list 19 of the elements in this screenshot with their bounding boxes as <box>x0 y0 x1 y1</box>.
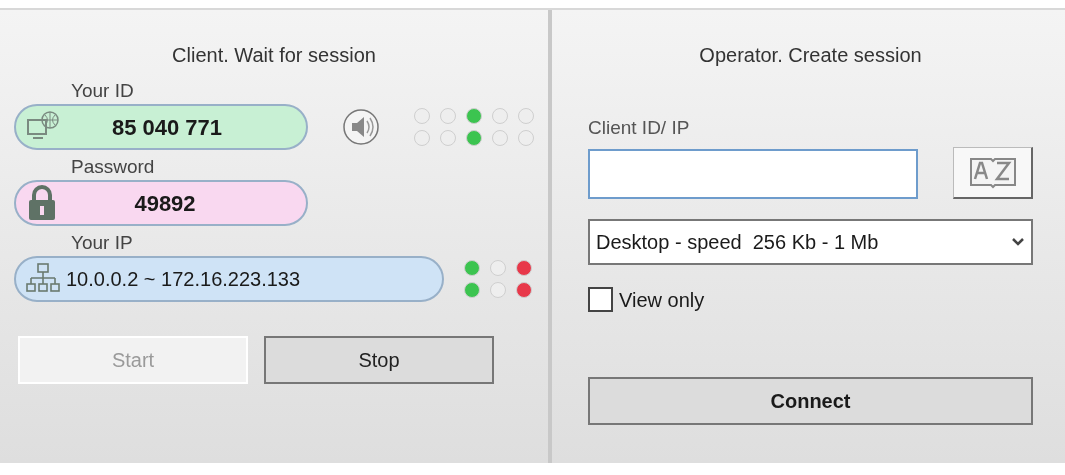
id-display: 85 040 771 <box>14 104 308 150</box>
panel-title: Operator. Create session <box>699 43 922 68</box>
field-label: Your ID <box>71 79 135 103</box>
address-book-button[interactable] <box>953 146 1033 199</box>
view-only-checkbox[interactable] <box>588 287 613 312</box>
client-id-field[interactable] <box>588 148 918 199</box>
speed-dropdown[interactable]: Desktop - speed 256 Kb - 1 Mb <box>588 218 1033 265</box>
password-display: 49892 <box>14 180 308 226</box>
chevron-down-icon <box>1011 236 1025 247</box>
field-label: Password <box>71 155 156 179</box>
ip-display: 10.0.0.2 ~ 172.16.223.133 <box>14 256 444 302</box>
padlock-icon <box>26 185 58 221</box>
speaker-icon <box>342 108 380 146</box>
stop-button[interactable]: Stop <box>264 336 494 384</box>
checkbox-label: View only <box>619 287 705 313</box>
connect-button[interactable]: Connect <box>588 376 1033 425</box>
field-label: Your IP <box>71 231 134 255</box>
panel-title: Client. Wait for session <box>172 43 376 68</box>
field-label: Client ID/ IP <box>588 116 691 140</box>
